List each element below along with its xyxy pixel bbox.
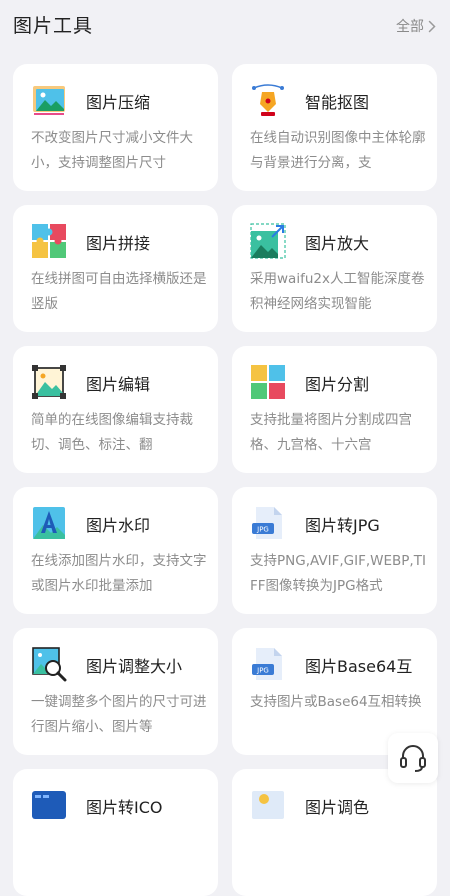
tool-title: 图片拼接 (86, 234, 151, 253)
tool-card-image-edit[interactable]: 图片编辑 简单的在线图像编辑支持裁切、调色、标注、翻 (13, 346, 218, 473)
jpg-file-icon: JPG (252, 648, 282, 680)
jpg-badge-text: JPG (256, 667, 269, 675)
tool-title: 图片编辑 (86, 375, 151, 394)
tool-card-image-split[interactable]: 图片分割 支持批量将图片分割成四宫格、九宫格、十六宫 (232, 346, 437, 473)
tool-card-to-jpg[interactable]: JPG 图片转JPG 支持PNG,AVIF,GIF,WEBP,TIFF图像转换为… (232, 487, 437, 614)
image-color-icon (252, 791, 284, 819)
tool-desc: 支持PNG,AVIF,GIF,WEBP,TIFF图像转换为JPG格式 (250, 553, 426, 594)
tool-title: 图片分割 (305, 375, 370, 394)
tool-card-image-stitch[interactable]: 图片拼接 在线拼图可自由选择横版还是竖版 (13, 205, 218, 332)
chevron-right-icon (428, 20, 436, 32)
image-resize-icon (32, 647, 67, 682)
tool-title: 图片调整大小 (86, 657, 183, 676)
tool-card-smart-cutout[interactable]: 智能抠图 在线自动识别图像中主体轮廓与背景进行分离，支 (232, 64, 437, 191)
watermark-icon (33, 507, 65, 539)
header: 图片工具 全部 (0, 0, 450, 50)
image-enlarge-icon (250, 223, 286, 259)
tool-card-image-color[interactable]: 图片调色 (232, 769, 437, 896)
image-compress-icon (33, 86, 65, 115)
tool-desc: 一键调整多个图片的尺寸可进行图片缩小、图片等 (31, 694, 207, 735)
puzzle-icon (32, 224, 66, 258)
customer-service-button[interactable] (388, 733, 438, 783)
tool-desc: 简单的在线图像编辑支持裁切、调色、标注、翻 (31, 412, 193, 453)
tool-title: 图片Base64互 (305, 657, 413, 676)
tool-desc: 支持批量将图片分割成四宫格、九宫格、十六宫 (250, 412, 412, 453)
image-split-icon (251, 365, 285, 399)
image-edit-icon (32, 365, 66, 399)
tool-desc: 在线拼图可自由选择横版还是竖版 (31, 271, 207, 312)
tool-card-to-ico[interactable]: 图片转ICO (13, 769, 218, 896)
tool-desc: 在线添加图片水印，支持文字或图片水印批量添加 (31, 553, 207, 594)
tool-desc: 在线自动识别图像中主体轮廓与背景进行分离，支 (250, 130, 426, 171)
tool-card-image-watermark[interactable]: 图片水印 在线添加图片水印，支持文字或图片水印批量添加 (13, 487, 218, 614)
tool-title: 图片转ICO (86, 798, 163, 817)
tool-title: 图片转JPG (305, 516, 380, 535)
jpg-file-icon: JPG (252, 507, 282, 539)
tool-card-image-resize[interactable]: 图片调整大小 一键调整多个图片的尺寸可进行图片缩小、图片等 (13, 628, 218, 755)
see-all-link[interactable]: 全部 (396, 16, 436, 36)
tool-card-image-enlarge[interactable]: 图片放大 采用waifu2x人工智能深度卷积神经网络实现智能 (232, 205, 437, 332)
tool-desc: 采用waifu2x人工智能深度卷积神经网络实现智能 (250, 271, 425, 312)
jpg-badge-text: JPG (256, 526, 269, 534)
see-all-label: 全部 (396, 19, 424, 35)
tool-title: 图片水印 (86, 516, 151, 535)
tool-title: 图片放大 (305, 234, 370, 253)
tool-title: 图片调色 (305, 798, 370, 817)
page-title: 图片工具 (13, 15, 94, 37)
image-ico-icon (32, 791, 66, 819)
tool-desc: 不改变图片尺寸减小文件大小，支持调整图片尺寸 (31, 130, 193, 171)
headset-icon (400, 745, 426, 772)
tool-card-image-compress[interactable]: 图片压缩 不改变图片尺寸减小文件大小，支持调整图片尺寸 (13, 64, 218, 191)
tool-title: 图片压缩 (86, 93, 151, 112)
tool-title: 智能抠图 (305, 93, 370, 112)
pen-nib-icon (252, 84, 284, 116)
